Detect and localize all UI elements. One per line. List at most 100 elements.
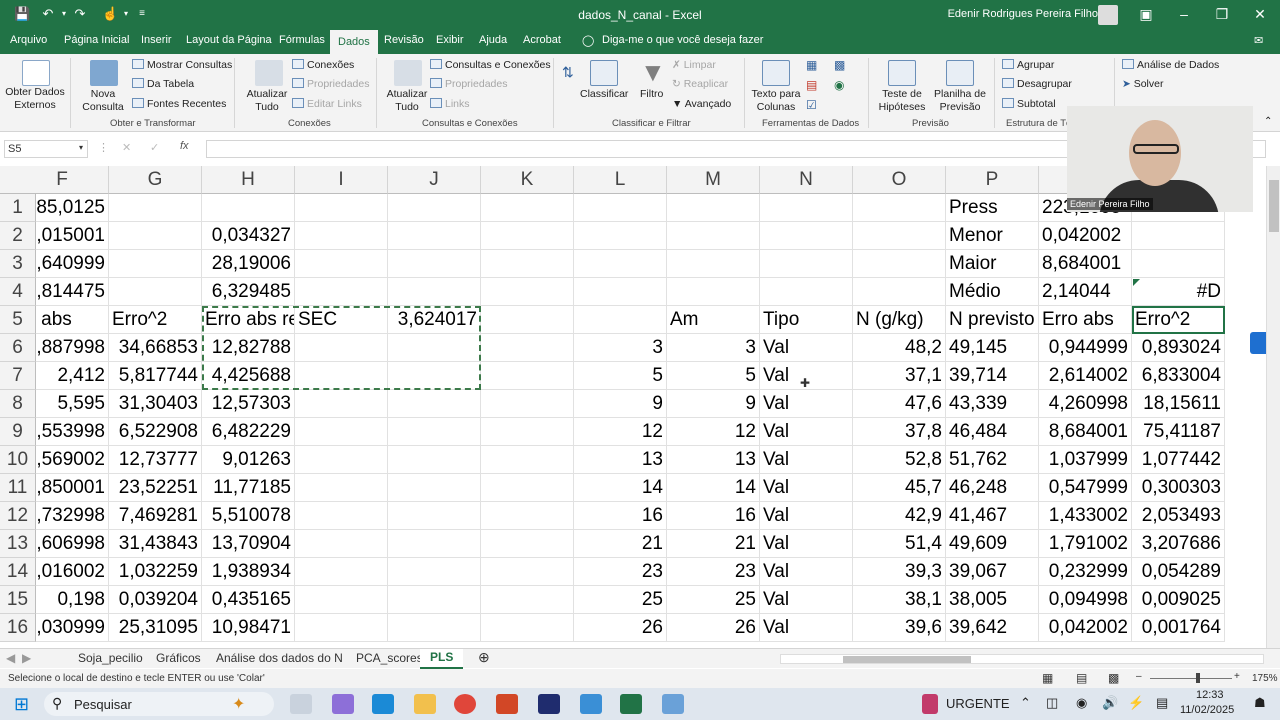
spreadsheet-grid[interactable]: FGHIJKLMNOPQR85,0125Press223,16051,01500…: [0, 166, 1266, 642]
column-header-f[interactable]: F: [16, 166, 109, 194]
cell-h8[interactable]: 12,57303: [202, 390, 295, 418]
cell-q3[interactable]: 8,684001: [1039, 250, 1132, 278]
cell-g7[interactable]: 5,817744: [109, 362, 202, 390]
comments-icon[interactable]: ✉: [1252, 34, 1265, 47]
cell-m16[interactable]: 26: [667, 614, 760, 642]
analise-dados-button[interactable]: Análise de Dados: [1122, 59, 1219, 71]
agrupar-button[interactable]: Agrupar: [1002, 59, 1054, 71]
cell-g9[interactable]: 6,522908: [109, 418, 202, 446]
texto-para-colunas-button[interactable]: Texto para Colunas: [750, 88, 802, 114]
cell-r16[interactable]: 0,001764: [1132, 614, 1225, 642]
collapse-ribbon-icon[interactable]: ⌃: [1264, 116, 1272, 127]
row-header-7[interactable]: 7: [0, 362, 36, 390]
row-header-3[interactable]: 3: [0, 250, 36, 278]
row-header-2[interactable]: 2: [0, 222, 36, 250]
cell-o9[interactable]: 37,8: [853, 418, 946, 446]
data-validation-icon[interactable]: ☑: [806, 98, 817, 112]
row-header-10[interactable]: 10: [0, 446, 36, 474]
filtro-button[interactable]: Filtro: [640, 88, 663, 100]
column-header-o[interactable]: O: [853, 166, 946, 194]
cell-k5[interactable]: [481, 306, 574, 334]
cell-g6[interactable]: 34,66853: [109, 334, 202, 362]
cell-l15[interactable]: 25: [574, 586, 667, 614]
cell-l4[interactable]: [574, 278, 667, 306]
cell-j13[interactable]: [388, 530, 481, 558]
cell-i13[interactable]: [295, 530, 388, 558]
column-header-i[interactable]: I: [295, 166, 388, 194]
cell-m6[interactable]: 3: [667, 334, 760, 362]
cell-i14[interactable]: [295, 558, 388, 586]
row-header-9[interactable]: 9: [0, 418, 36, 446]
cell-m1[interactable]: [667, 194, 760, 222]
cell-g3[interactable]: [109, 250, 202, 278]
cell-k12[interactable]: [481, 502, 574, 530]
app-icon[interactable]: [580, 694, 602, 714]
cell-p5[interactable]: N previsto: [946, 306, 1039, 334]
row-header-8[interactable]: 8: [0, 390, 36, 418]
cell-g1[interactable]: [109, 194, 202, 222]
avancado-button[interactable]: ▼ Avançado: [672, 98, 731, 110]
cell-n13[interactable]: Val: [760, 530, 853, 558]
teste-hipoteses-button[interactable]: Teste de Hipóteses: [874, 88, 930, 114]
powerpoint-icon[interactable]: [496, 694, 518, 714]
cell-m15[interactable]: 25: [667, 586, 760, 614]
cell-o11[interactable]: 45,7: [853, 474, 946, 502]
cell-m7[interactable]: 5: [667, 362, 760, 390]
tab-formulas[interactable]: Fórmulas: [277, 34, 327, 46]
row-header-4[interactable]: 4: [0, 278, 36, 306]
cell-p9[interactable]: 46,484: [946, 418, 1039, 446]
tab-exibir[interactable]: Exibir: [434, 34, 466, 46]
cell-g11[interactable]: 23,52251: [109, 474, 202, 502]
cell-o3[interactable]: [853, 250, 946, 278]
cell-r8[interactable]: 18,15611: [1132, 390, 1225, 418]
power-icon[interactable]: ⚡: [1128, 695, 1144, 711]
tab-acrobat[interactable]: Acrobat: [521, 34, 563, 46]
cell-p12[interactable]: 41,467: [946, 502, 1039, 530]
tab-layout[interactable]: Layout da Página: [184, 34, 274, 46]
cell-l1[interactable]: [574, 194, 667, 222]
cell-k9[interactable]: [481, 418, 574, 446]
cell-p6[interactable]: 49,145: [946, 334, 1039, 362]
column-header-p[interactable]: P: [946, 166, 1039, 194]
cell-g14[interactable]: 1,032259: [109, 558, 202, 586]
normal-view-icon[interactable]: ▦: [1042, 671, 1053, 685]
cell-o10[interactable]: 52,8: [853, 446, 946, 474]
cell-n5[interactable]: Tipo: [760, 306, 853, 334]
cell-j14[interactable]: [388, 558, 481, 586]
cell-r7[interactable]: 6,833004: [1132, 362, 1225, 390]
cell-n1[interactable]: [760, 194, 853, 222]
tab-pagina-inicial[interactable]: Página Inicial: [62, 34, 131, 46]
cell-i2[interactable]: [295, 222, 388, 250]
tray-camera-icon[interactable]: ◉: [1076, 695, 1087, 711]
cell-p2[interactable]: Menor: [946, 222, 1039, 250]
cell-r11[interactable]: 0,300303: [1132, 474, 1225, 502]
cell-r10[interactable]: 1,077442: [1132, 446, 1225, 474]
column-header-k[interactable]: K: [481, 166, 574, 194]
cell-h16[interactable]: 10,98471: [202, 614, 295, 642]
taskbar-search-box[interactable]: ⚲ Pesquisar ✦: [44, 692, 274, 716]
row-header-11[interactable]: 11: [0, 474, 36, 502]
cell-p16[interactable]: 39,642: [946, 614, 1039, 642]
cell-j3[interactable]: [388, 250, 481, 278]
cell-h1[interactable]: [202, 194, 295, 222]
cell-n8[interactable]: Val: [760, 390, 853, 418]
cell-o13[interactable]: 51,4: [853, 530, 946, 558]
cell-i10[interactable]: [295, 446, 388, 474]
remove-duplicates-icon[interactable]: ▤: [806, 78, 817, 92]
minimize-button[interactable]: –: [1174, 4, 1194, 24]
atualizar-tudo-2-button[interactable]: Atualizar Tudo: [382, 88, 432, 114]
cell-i16[interactable]: [295, 614, 388, 642]
column-header-h[interactable]: H: [202, 166, 295, 194]
desagrupar-button[interactable]: Desagrupar: [1002, 78, 1072, 90]
cell-j11[interactable]: [388, 474, 481, 502]
cell-k1[interactable]: [481, 194, 574, 222]
cell-l14[interactable]: 23: [574, 558, 667, 586]
zoom-slider[interactable]: [1150, 678, 1232, 679]
cell-n9[interactable]: Val: [760, 418, 853, 446]
cell-r14[interactable]: 0,054289: [1132, 558, 1225, 586]
horizontal-scroll-thumb[interactable]: [843, 656, 971, 663]
classificar-button[interactable]: Classificar: [580, 88, 628, 100]
cell-l6[interactable]: 3: [574, 334, 667, 362]
editar-links-button[interactable]: Editar Links: [292, 98, 362, 110]
cell-p14[interactable]: 39,067: [946, 558, 1039, 586]
